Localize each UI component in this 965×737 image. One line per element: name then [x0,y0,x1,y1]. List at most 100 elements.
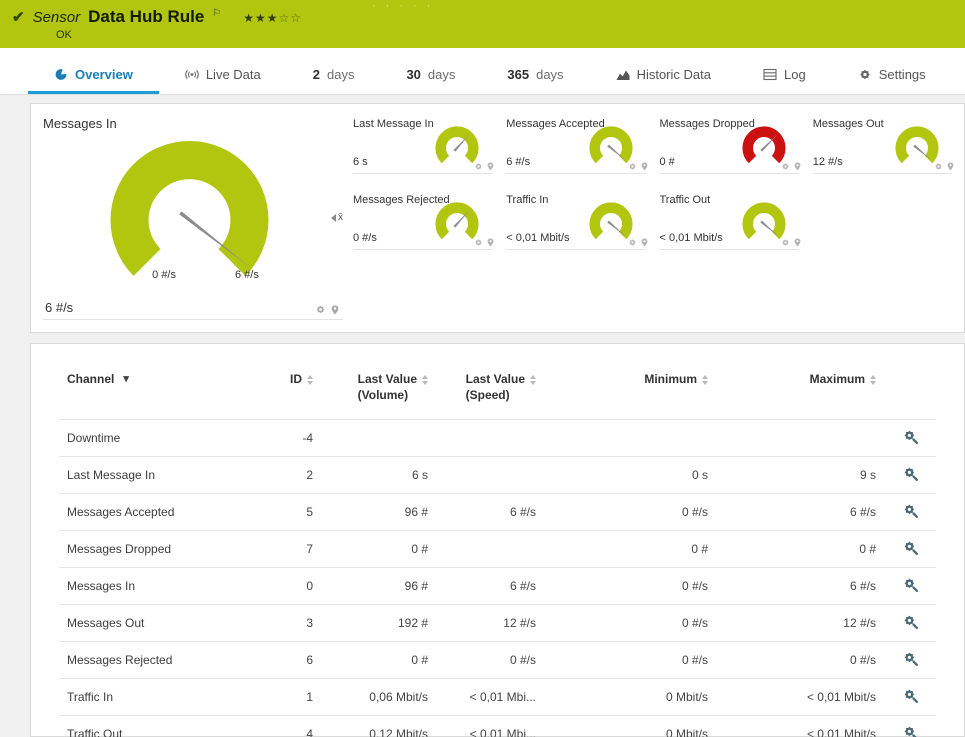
cell-maximum: 9 s [716,456,884,494]
cell-channel: Traffic In [59,678,249,716]
channel-settings-icon[interactable] [903,577,918,593]
cell-minimum: 0 Mbit/s [544,678,716,716]
cell-last-speed: < 0,01 Mbi... [436,715,544,737]
cell-minimum: 0 #/s [544,493,716,531]
tab-overview[interactable]: Overview [28,57,159,94]
gauge-value: 0 # [659,156,675,168]
gauge-scale-min: 0 #/s [152,269,176,281]
col-header-channel[interactable]: Channel ▾ [67,372,129,386]
cell-last-volume: 0,06 Mbit/s [321,678,436,716]
col-label: ID [290,372,302,386]
col-label: Channel [67,372,115,386]
priority-stars[interactable]: ★★★☆☆ [243,11,302,25]
gauge-value: 6 #/s [506,156,531,168]
table-row-downtime[interactable]: Downtime -4 [59,419,936,457]
gauge-settings-icon[interactable] [781,162,790,171]
gauge-settings-icon[interactable] [474,238,483,247]
gauge-pin-icon[interactable] [641,238,648,247]
cell-minimum [544,419,716,457]
channel-settings-icon[interactable] [903,688,918,704]
gauge-actions [628,238,648,247]
col-header-maximum[interactable]: Maximum [810,372,876,386]
gauge-value: < 0,01 Mbit/s [506,232,570,244]
gauge-settings-icon[interactable] [934,162,943,171]
cell-id: 0 [249,567,321,605]
col-label: Maximum [809,372,865,386]
gauge-settings-icon[interactable] [628,238,637,247]
col-header-last-volume[interactable]: Last Value (Volume) [358,372,428,403]
table-row-traffic-out[interactable]: Traffic Out 4 0,12 Mbit/s < 0,01 Mbi... … [59,715,936,737]
cell-maximum: 6 #/s [716,567,884,605]
table-row-last-message-in[interactable]: Last Message In 2 6 s 0 s 9 s [59,456,936,494]
table-row-messages-rejected[interactable]: Messages Rejected 6 0 # 0 #/s 0 #/s 0 #/… [59,641,936,679]
cell-channel: Messages Rejected [59,641,249,679]
sensor-title: Data Hub Rule [88,7,205,26]
tab-2-days[interactable]: 2 days [287,57,381,94]
tab-settings[interactable]: Settings [832,57,952,94]
marker-triangle-icon [331,213,336,222]
tab-days-word: days [536,66,564,82]
gauge-settings-icon[interactable] [628,162,637,171]
mini-gauge-traffic-out: Traffic Out < 0,01 Mbit/s [659,192,801,250]
cell-last-volume: 0 # [321,641,436,679]
cell-maximum: 0 #/s [716,641,884,679]
channel-settings-icon[interactable] [903,651,918,667]
channel-settings-icon[interactable] [903,503,918,519]
cell-id: 6 [249,641,321,679]
col-header-minimum[interactable]: Minimum [644,372,708,386]
flag-icon[interactable]: ⚐ [212,8,221,19]
tab-days-number: 2 [312,66,320,82]
sensor-status-badge: OK [56,29,72,41]
channel-settings-icon[interactable] [903,725,918,737]
cell-channel: Messages Accepted [59,493,249,531]
channel-settings-icon[interactable] [903,429,918,445]
gauge-pin-icon[interactable] [487,162,494,171]
table-row-messages-accepted[interactable]: Messages Accepted 5 96 # 6 #/s 0 #/s 6 #… [59,493,936,531]
channel-settings-icon[interactable] [903,614,918,630]
channel-settings-icon[interactable] [903,466,918,482]
cell-id: 4 [249,715,321,737]
cell-maximum: 12 #/s [716,604,884,642]
cell-last-speed: 12 #/s [436,604,544,642]
cell-channel: Messages Out [59,604,249,642]
tab-label: Log [783,66,806,82]
gauge-pin-icon[interactable] [947,162,954,171]
gauge-pin-icon[interactable] [331,304,339,315]
tab-30-days[interactable]: 30 days [380,57,481,94]
col-header-id[interactable]: ID [290,372,313,386]
gauge-pin-icon[interactable] [641,162,648,171]
gauge-pin-icon[interactable] [487,238,494,247]
tab-live-data[interactable]: Live Data [159,57,287,94]
tab-days-number: 365 [507,66,530,82]
col-header-last-speed[interactable]: Last Value (Speed) [466,372,536,403]
gauge-settings-icon[interactable] [474,162,483,171]
sensor-title-row: ✔ Sensor Data Hub Rule ⚐ ★★★☆☆ [12,7,953,27]
table-row-traffic-in[interactable]: Traffic In 1 0,06 Mbit/s < 0,01 Mbi... 0… [59,678,936,716]
sort-desc-icon: ▾ [123,373,129,385]
gauge-pin-icon[interactable] [794,162,801,171]
channels-panel: Channel ▾ ID Last Value (Volume) Last Val… [30,343,965,737]
cell-last-volume: 0 # [321,530,436,568]
sensor-kind-label: Sensor [32,9,81,26]
sort-icon [870,375,876,385]
cell-minimum: 0 # [544,530,716,568]
pie-chart-icon [55,68,67,80]
gauge-settings-icon[interactable] [315,304,326,315]
cell-channel: Messages Dropped [59,530,249,568]
sort-icon [422,375,428,385]
gauge-pin-icon[interactable] [794,238,801,247]
tab-log[interactable]: Log [737,57,832,94]
gauge-settings-icon[interactable] [781,238,790,247]
tab-historic-data[interactable]: Historic Data [590,57,737,94]
tab-365-days[interactable]: 365 days [481,57,589,94]
cell-last-speed [436,456,544,494]
col-label: Minimum [644,372,697,386]
table-row-messages-out[interactable]: Messages Out 3 192 # 12 #/s 0 #/s 12 #/s [59,604,936,642]
cell-last-speed: 6 #/s [436,567,544,605]
gauge-value: 0 #/s [353,232,377,244]
table-row-messages-dropped[interactable]: Messages Dropped 7 0 # 0 # 0 # [59,530,936,568]
page-content: Messages In x̄ 0 #/s 6 #/s 6 #/s Last Me… [0,95,965,737]
channel-settings-icon[interactable] [903,540,918,556]
table-row-messages-in[interactable]: Messages In 0 96 # 6 #/s 0 #/s 6 #/s [59,567,936,605]
cell-last-volume: 0,12 Mbit/s [321,715,436,737]
